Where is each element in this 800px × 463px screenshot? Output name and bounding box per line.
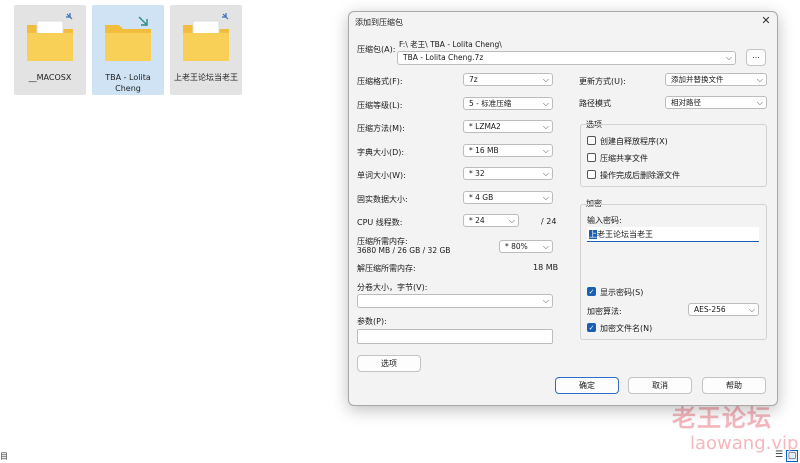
solid-label: 固实数据大小: xyxy=(357,195,408,204)
params-label: 参数(P): xyxy=(357,317,387,326)
options-button[interactable]: 选项 xyxy=(357,355,421,372)
password-selected-char: 上 xyxy=(589,230,597,239)
dict-value: * 16 MB xyxy=(469,146,499,155)
encryption-method-value: AES-256 xyxy=(694,305,726,314)
folder-label: 上老王论坛当老王 xyxy=(174,73,238,82)
status-text: 目 xyxy=(0,452,8,461)
method-label: 压缩方法(M): xyxy=(357,124,405,133)
folder-icon xyxy=(27,13,73,61)
cpu-label: CPU 线程数: xyxy=(357,218,403,227)
chevron-down-icon: ⌵ xyxy=(542,99,549,108)
chevron-down-icon: ⌵ xyxy=(542,193,549,202)
pathmode-select[interactable]: 相对路径 ⌵ xyxy=(665,96,767,109)
dict-select[interactable]: * 16 MB ⌵ xyxy=(463,144,553,157)
update-value: 添加并替换文件 xyxy=(671,75,724,84)
archive-path: F:\ 老王\ TBA - Lolita Cheng\ xyxy=(399,40,502,49)
params-input[interactable] xyxy=(357,329,553,344)
encrypt-names-label: 加密文件名(N) xyxy=(600,324,653,333)
update-label: 更新方式(U): xyxy=(579,77,626,86)
encryption-method-select[interactable]: AES-256 ⌵ xyxy=(688,303,759,316)
ok-button[interactable]: 确定 xyxy=(555,377,619,394)
dialog-title: 添加到压缩包 xyxy=(355,18,403,27)
word-select[interactable]: * 32 ⌵ xyxy=(463,167,553,180)
shared-files-label: 压缩共享文件 xyxy=(600,154,648,163)
chevron-down-icon: ⌵ xyxy=(542,122,549,131)
password-input[interactable]: 上老王论坛当老王 xyxy=(587,227,759,242)
folder-laowang[interactable]: 上老王论坛当老王 xyxy=(170,5,242,95)
split-select[interactable]: ⌵ xyxy=(357,294,553,308)
word-value: * 32 xyxy=(469,169,485,178)
pathmode-value: 相对路径 xyxy=(671,98,701,107)
sfx-label: 创建自释放程序(X) xyxy=(600,137,668,146)
chevron-down-icon: ⌵ xyxy=(542,169,549,178)
encrypt-names-checkbox[interactable]: ✓ xyxy=(587,323,596,332)
archive-label: 压缩包(A): xyxy=(357,45,396,54)
level-value: 5 - 标准压缩 xyxy=(469,99,512,108)
password-label: 输入密码: xyxy=(587,216,622,225)
solid-value: * 4 GB xyxy=(469,193,494,202)
solid-select[interactable]: * 4 GB ⌵ xyxy=(463,191,553,204)
folder-macosx[interactable]: __MACOSX xyxy=(14,5,86,95)
cancel-button[interactable]: 取消 xyxy=(628,377,692,394)
browse-button[interactable]: ... xyxy=(746,49,766,66)
cpu-value: * 24 xyxy=(469,216,485,225)
mem-compress-detail: 3680 MB / 26 GB / 32 GB xyxy=(357,246,451,255)
watermark-url: laowang.vip xyxy=(690,433,799,454)
folder-icon xyxy=(105,16,151,61)
split-label: 分卷大小，字节(V): xyxy=(357,283,428,292)
mem-decompress-label: 解压缩所需内存: xyxy=(357,264,416,273)
show-password-checkbox[interactable]: ✓ xyxy=(587,287,596,296)
close-icon[interactable]: ✕ xyxy=(759,14,773,28)
update-select[interactable]: 添加并替换文件 ⌵ xyxy=(665,73,767,86)
level-select[interactable]: 5 - 标准压缩 ⌵ xyxy=(463,97,553,110)
archive-name-value: TBA - Lolita Cheng.7z xyxy=(403,53,484,62)
chevron-down-icon: ⌵ xyxy=(756,98,763,107)
cpu-select[interactable]: * 24 ⌵ xyxy=(463,214,519,227)
chevron-down-icon: ⌵ xyxy=(748,305,755,314)
folder-label: TBA - Lolita Cheng xyxy=(105,73,151,93)
archive-name-combo[interactable]: TBA - Lolita Cheng.7z ⌵ xyxy=(397,51,736,65)
level-label: 压缩等级(L): xyxy=(357,101,403,110)
delete-after-label: 操作完成后删除源文件 xyxy=(600,171,680,180)
help-button[interactable]: 帮助 xyxy=(702,377,766,394)
method-value: * LZMA2 xyxy=(469,122,501,131)
word-label: 单词大小(W): xyxy=(357,171,406,180)
format-label: 压缩格式(F): xyxy=(357,77,403,86)
chevron-down-icon: ⌵ xyxy=(542,75,549,84)
chevron-down-icon: ⌵ xyxy=(542,146,549,155)
method-select[interactable]: * LZMA2 ⌵ xyxy=(463,120,553,133)
format-select[interactable]: 7z ⌵ xyxy=(463,73,553,86)
mem-percent-value: * 80% xyxy=(505,242,528,251)
chevron-down-icon: ⌵ xyxy=(756,75,763,84)
cpu-total: / 24 xyxy=(541,217,557,226)
add-to-archive-dialog: 添加到压缩包 ✕ 压缩包(A): F:\ 老王\ TBA - Lolita Ch… xyxy=(348,11,778,406)
folder-icon xyxy=(183,13,229,61)
password-text: 老王论坛当老王 xyxy=(597,230,653,239)
chevron-down-icon: ⌵ xyxy=(508,216,515,225)
sfx-checkbox[interactable] xyxy=(587,136,596,145)
delete-after-checkbox[interactable] xyxy=(587,170,596,179)
mem-percent-select[interactable]: * 80% ⌵ xyxy=(499,240,553,253)
chevron-down-icon: ⌵ xyxy=(542,296,549,305)
format-value: 7z xyxy=(469,75,478,84)
chevron-down-icon: ⌵ xyxy=(542,242,549,251)
mem-decompress-value: 18 MB xyxy=(533,263,559,272)
chevron-down-icon: ⌵ xyxy=(725,53,732,62)
folder-tba-lolita-cheng[interactable]: TBA - Lolita Cheng xyxy=(92,5,164,95)
folder-label: __MACOSX xyxy=(28,73,72,82)
pathmode-label: 路径模式 xyxy=(579,99,611,108)
shared-files-checkbox[interactable] xyxy=(587,153,596,162)
encryption-method-label: 加密算法: xyxy=(587,307,622,316)
dict-label: 字典大小(D): xyxy=(357,148,405,157)
show-password-label: 显示密码(S) xyxy=(600,288,644,297)
